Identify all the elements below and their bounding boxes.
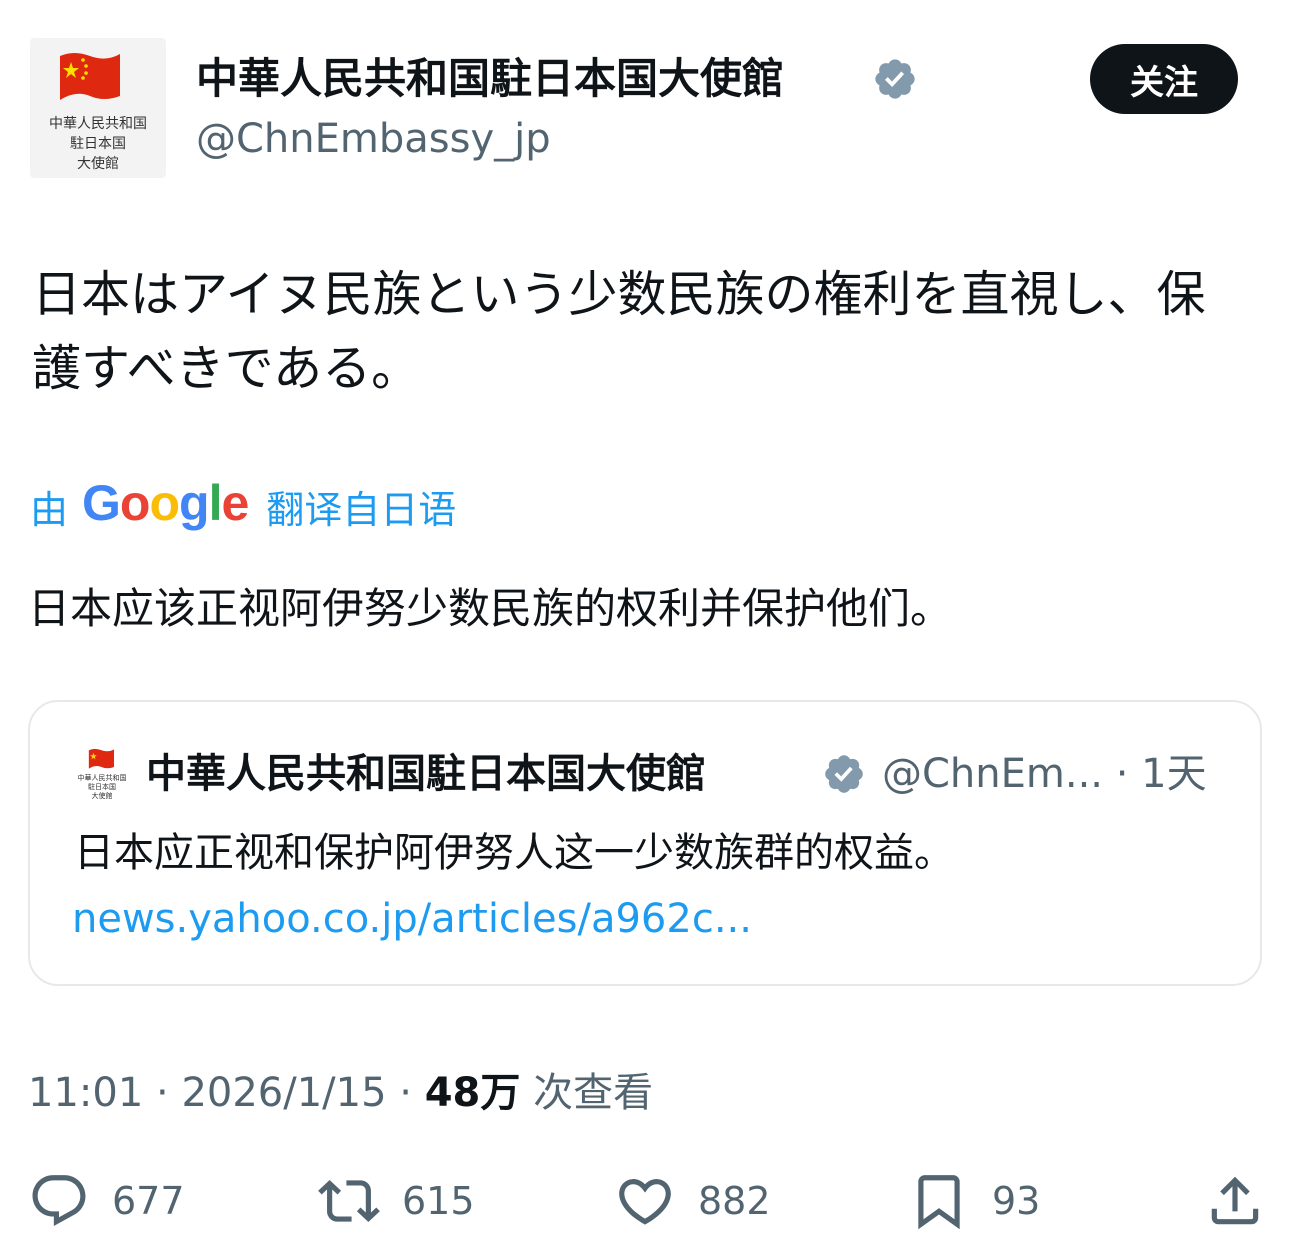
avatar-caption-line: 駐日本国	[88, 783, 116, 791]
tweet-date[interactable]: 2026/1/15	[181, 1070, 386, 1116]
china-flag-icon	[88, 748, 114, 769]
translation-prefix: 由	[30, 487, 69, 532]
share-button[interactable]	[1204, 1168, 1266, 1234]
views-label: 次查看	[533, 1070, 654, 1116]
avatar-caption-line: 大使館	[91, 792, 113, 800]
author-avatar[interactable]: 中華人民共和国 駐日本国 大使館	[30, 38, 166, 178]
translated-text: 日本应该正视阿伊努少数民族的权利并保护他们。	[28, 584, 953, 633]
author-name[interactable]: 中華人民共和国駐日本国大使館	[196, 50, 784, 108]
google-logo-icon: Google	[82, 475, 249, 531]
meta-separator: ·	[143, 1070, 182, 1116]
heart-icon	[619, 1179, 671, 1225]
quoted-tweet-text: 日本应正视和保护阿伊努人这一少数族群的权益。	[74, 830, 954, 876]
quoted-tweet-link[interactable]: news.yahoo.co.jp/articles/a962c...	[72, 890, 752, 948]
retweet-icon	[318, 1180, 380, 1222]
verified-badge-icon	[875, 59, 915, 99]
share-icon	[1211, 1176, 1259, 1225]
bookmark-count: 93	[992, 1179, 1041, 1223]
avatar-caption-line: 中華人民共和国	[49, 116, 147, 132]
quoted-tweet-card[interactable]: 中華人民共和国 駐日本国 大使館 中華人民共和国駐日本国大使館 @ChnEm..…	[28, 700, 1262, 986]
views-spacer	[520, 1070, 533, 1116]
translation-attribution[interactable]: 由 Google 翻译自日语	[30, 475, 457, 536]
quoted-tweet-meta: @ChnEm... · 1天	[882, 751, 1207, 797]
author-handle[interactable]: @ChnEmbassy_jp	[196, 112, 551, 166]
meta-separator: ·	[386, 1070, 425, 1116]
avatar-caption: 中華人民共和国 駐日本国 大使館	[30, 114, 166, 174]
avatar-caption-line: 駐日本国	[70, 136, 126, 152]
quoted-author-name: 中華人民共和国駐日本国大使館	[146, 751, 706, 797]
retweet-button[interactable]: 615	[318, 1168, 475, 1234]
bookmark-button[interactable]: 93	[908, 1168, 1040, 1234]
translation-suffix: 翻译自日语	[266, 487, 457, 532]
like-button[interactable]: 882	[614, 1168, 771, 1234]
tweet-time[interactable]: 11:01	[28, 1070, 143, 1116]
avatar-caption-line: 中華人民共和国	[77, 774, 127, 782]
avatar-caption-line: 大使館	[77, 156, 119, 172]
bookmark-icon	[918, 1175, 960, 1230]
reply-count: 677	[112, 1179, 185, 1223]
reply-button[interactable]: 677	[28, 1168, 185, 1234]
follow-button[interactable]: 关注	[1090, 44, 1238, 114]
china-flag-icon	[60, 53, 120, 100]
tweet-meta: 11:01 · 2026/1/15 · 48万 次查看	[28, 1064, 653, 1122]
quoted-avatar-caption: 中華人民共和国 駐日本国 大使館	[74, 774, 130, 801]
tweet-text: 日本はアイヌ民族という少数民族の権利を直視し、保護すべきである。	[32, 266, 1206, 397]
retweet-count: 615	[402, 1179, 475, 1223]
like-count: 882	[698, 1179, 771, 1223]
verified-badge-icon	[825, 755, 863, 793]
views-count: 48万	[424, 1070, 521, 1116]
quoted-author-avatar: 中華人民共和国 駐日本国 大使館	[74, 744, 130, 804]
reply-icon	[32, 1175, 86, 1227]
